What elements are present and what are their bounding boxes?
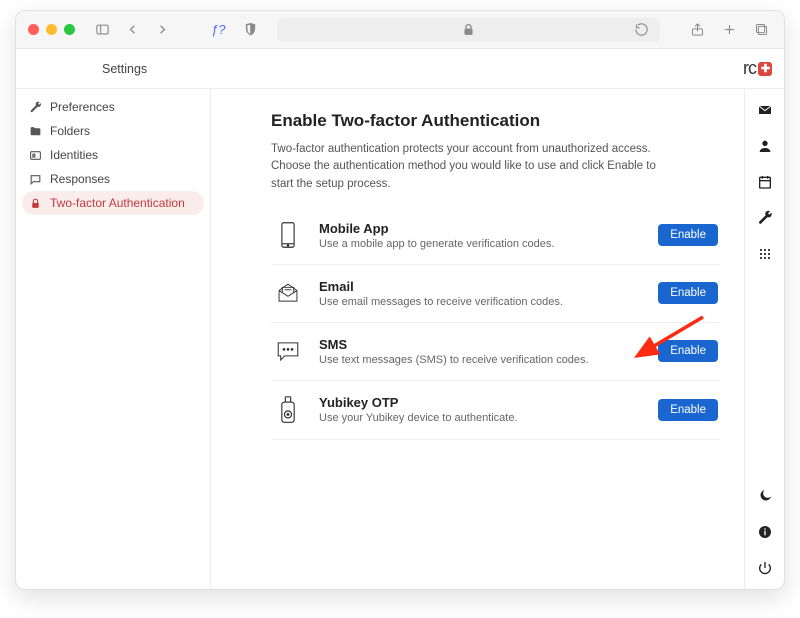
shield-icon[interactable] (239, 19, 261, 41)
close-window-button[interactable] (28, 24, 39, 35)
method-title: Email (319, 279, 642, 294)
app-logo: rc ✚ (743, 58, 772, 79)
method-title: SMS (319, 337, 642, 352)
info-icon[interactable] (756, 523, 774, 541)
logo-plus-icon: ✚ (758, 62, 772, 76)
method-desc: Use text messages (SMS) to receive verif… (319, 354, 642, 366)
app-body: Preferences Folders Identities Responses (16, 89, 784, 589)
mobile-icon (273, 221, 303, 249)
sidebar-item-label: Responses (50, 172, 110, 186)
method-desc: Use a mobile app to generate verificatio… (319, 238, 642, 250)
chat-icon (28, 173, 42, 186)
page-title: Settings (102, 62, 147, 76)
reader-icon[interactable]: ƒ? (211, 22, 225, 37)
calendar-icon[interactable] (756, 173, 774, 191)
minimize-window-button[interactable] (46, 24, 57, 35)
back-button-icon[interactable] (121, 19, 143, 41)
toolbar-right (686, 19, 772, 41)
enable-button-mobile-app[interactable]: Enable (658, 224, 718, 246)
method-yubikey: Yubikey OTP Use your Yubikey device to a… (271, 381, 720, 440)
settings-sidebar: Preferences Folders Identities Responses (16, 89, 211, 589)
sidebar-item-label: Identities (50, 148, 98, 162)
power-icon[interactable] (756, 559, 774, 577)
email-icon (273, 280, 303, 306)
sidebar-item-folders[interactable]: Folders (16, 119, 210, 143)
sidebar-item-identities[interactable]: Identities (16, 143, 210, 167)
new-tab-icon[interactable] (718, 19, 740, 41)
apps-icon[interactable] (756, 245, 774, 263)
right-toolbar (744, 89, 784, 589)
address-bar[interactable] (277, 18, 660, 42)
sidebar-item-two-factor[interactable]: Two-factor Authentication (22, 191, 204, 215)
method-title: Yubikey OTP (319, 395, 642, 410)
dark-mode-icon[interactable] (756, 487, 774, 505)
yubikey-icon (273, 395, 303, 425)
main-heading: Enable Two-factor Authentication (271, 111, 720, 131)
share-icon[interactable] (686, 19, 708, 41)
method-desc: Use your Yubikey device to authenticate. (319, 412, 642, 424)
sms-icon (273, 340, 303, 362)
sidebar-toggle-icon[interactable] (91, 19, 113, 41)
sidebar-item-preferences[interactable]: Preferences (16, 95, 210, 119)
reload-icon[interactable] (630, 19, 652, 41)
tabs-overview-icon[interactable] (750, 19, 772, 41)
enable-button-yubikey[interactable]: Enable (658, 399, 718, 421)
method-title: Mobile App (319, 221, 642, 236)
logo-text: rc (743, 58, 756, 79)
wrench-icon (28, 101, 42, 114)
sidebar-item-label: Folders (50, 124, 90, 138)
window-controls (28, 24, 75, 35)
lock-icon (458, 19, 480, 41)
sidebar-item-label: Two-factor Authentication (50, 196, 185, 210)
settings-icon[interactable] (756, 209, 774, 227)
lock-icon (28, 197, 42, 210)
enable-button-sms[interactable]: Enable (658, 340, 718, 362)
method-sms: SMS Use text messages (SMS) to receive v… (271, 323, 720, 381)
contacts-icon[interactable] (756, 137, 774, 155)
browser-window: ƒ? Settings rc (15, 10, 785, 590)
sidebar-item-label: Preferences (50, 100, 115, 114)
main-content: Enable Two-factor Authentication Two-fac… (211, 89, 744, 589)
method-mobile-app: Mobile App Use a mobile app to generate … (271, 207, 720, 265)
enable-button-email[interactable]: Enable (658, 282, 718, 304)
sidebar-item-responses[interactable]: Responses (16, 167, 210, 191)
folder-icon (28, 125, 42, 138)
mail-icon[interactable] (756, 101, 774, 119)
method-email: Email Use email messages to receive veri… (271, 265, 720, 323)
forward-button-icon[interactable] (151, 19, 173, 41)
main-description: Two-factor authentication protects your … (271, 141, 671, 193)
maximize-window-button[interactable] (64, 24, 75, 35)
titlebar: ƒ? (16, 11, 784, 49)
identity-icon (28, 149, 42, 162)
app-header: Settings rc ✚ (16, 49, 784, 89)
method-desc: Use email messages to receive verificati… (319, 296, 642, 308)
